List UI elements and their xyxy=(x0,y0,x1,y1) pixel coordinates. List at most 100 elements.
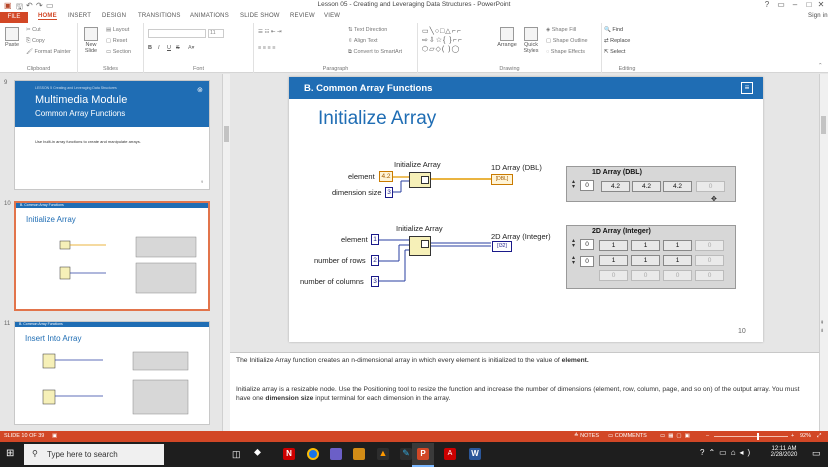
ribbon-display-icon[interactable]: ▭ xyxy=(774,0,788,9)
tab-design[interactable]: DESIGN xyxy=(102,13,126,19)
underline-button[interactable]: U xyxy=(167,45,171,51)
reset-button[interactable]: ▢ Reset xyxy=(106,38,127,44)
slide-thumbnail-9[interactable]: LESSON 5 Creating and Leveraging Data St… xyxy=(14,80,210,190)
array-cell[interactable]: 0 xyxy=(631,270,660,281)
slide-scrollbar[interactable]: ⇞ ⇟ xyxy=(819,74,828,431)
slide-thumbnail-10[interactable]: B. Common Array Functions Initialize Arr… xyxy=(14,201,210,311)
shape-fill-button[interactable]: ◈ Shape Fill xyxy=(546,27,576,33)
font-size-input[interactable]: 11 xyxy=(208,29,224,38)
section-button[interactable]: ▭ Section xyxy=(106,49,131,55)
font-name-input[interactable] xyxy=(148,29,206,38)
find-button[interactable]: 🔍 Find xyxy=(604,27,623,33)
bullets-icon[interactable]: ☰ ☷ ⇤ ⇥ xyxy=(258,29,282,35)
vlc-icon[interactable]: ▲ xyxy=(377,448,389,460)
netflix-icon[interactable]: N xyxy=(283,448,295,460)
close-button[interactable]: ✕ xyxy=(814,0,828,9)
array-cell[interactable]: 0 xyxy=(663,270,692,281)
collapse-ribbon-icon[interactable]: ⌃ xyxy=(818,63,823,69)
array-cell[interactable]: 0 xyxy=(695,255,724,266)
quick-styles-button[interactable]: Quick Styles xyxy=(520,27,542,54)
d2-row-index[interactable]: 0 xyxy=(580,239,594,250)
zoom-slider[interactable] xyxy=(714,436,788,437)
array-cell[interactable]: 4.2 xyxy=(663,181,692,192)
system-tray-icons[interactable]: ?⌃▭⌂◂) xyxy=(700,448,754,457)
minimize-button[interactable]: – xyxy=(788,0,802,9)
array-cell[interactable]: 0 xyxy=(696,181,725,192)
tab-view[interactable]: VIEW xyxy=(324,13,340,19)
array-cell[interactable]: 1 xyxy=(663,240,692,251)
bold-button[interactable]: B xyxy=(148,45,152,51)
chrome-icon[interactable] xyxy=(307,448,319,460)
array-cell[interactable]: 0 xyxy=(695,270,724,281)
shape-outline-button[interactable]: ▢ Shape Outline xyxy=(546,38,588,44)
tab-file[interactable]: FILE xyxy=(0,12,28,23)
thumbnail-scrollbar[interactable] xyxy=(222,74,230,431)
clock[interactable]: 12:11 AM 2/28/2020 xyxy=(764,446,804,458)
acrobat-icon[interactable]: A xyxy=(444,448,456,460)
zoom-in-button[interactable]: + xyxy=(791,433,794,439)
array-cell[interactable]: 1 xyxy=(663,255,692,266)
array-cell[interactable]: 1 xyxy=(631,240,660,251)
tab-animations[interactable]: ANIMATIONS xyxy=(190,13,229,19)
select-button[interactable]: ⇱ Select xyxy=(604,49,625,55)
app-icon[interactable] xyxy=(330,448,342,460)
align-icon[interactable]: ≡ ≡ ≡ ≡ xyxy=(258,45,275,51)
word-icon[interactable]: W xyxy=(469,448,481,460)
fit-slide-icon[interactable]: ⤢ xyxy=(817,433,821,440)
shapes-gallery[interactable]: ▭╲○□△⌐⌐ ⇨⇩☆{ }⌐⌐ ⬡▱◇( )◯ xyxy=(422,27,492,55)
sign-in-link[interactable]: Sign in xyxy=(808,13,828,19)
array-cell[interactable]: 4.2 xyxy=(632,181,661,192)
replace-button[interactable]: ⇄ Replace xyxy=(604,38,630,44)
d1-index-display[interactable]: 0 xyxy=(580,180,594,191)
scrollbar-thumb[interactable] xyxy=(821,116,826,134)
format-painter-button[interactable]: 🖌 Format Painter xyxy=(26,49,71,55)
prev-slide-icon[interactable]: ⇞ xyxy=(820,320,824,326)
font-color-icon[interactable]: A▾ xyxy=(188,45,194,51)
scrollbar-thumb[interactable] xyxy=(224,126,229,142)
windows-start-icon[interactable]: ⊞ xyxy=(6,448,14,459)
file-explorer-icon[interactable] xyxy=(353,448,365,460)
array-cell[interactable]: 4.2 xyxy=(601,181,630,192)
spellcheck-icon[interactable]: ▣ xyxy=(52,433,57,439)
tab-transitions[interactable]: TRANSITIONS xyxy=(138,13,181,19)
col-index-spinner-icon[interactable]: ▴ ▾ xyxy=(572,255,575,266)
array-cell[interactable]: 1 xyxy=(599,255,628,266)
notifications-icon[interactable]: ▭ xyxy=(812,448,821,459)
zoom-out-button[interactable]: – xyxy=(706,433,709,439)
notes-button[interactable]: ≙ NOTES xyxy=(574,433,599,439)
text-direction-button[interactable]: ⇅ Text Direction xyxy=(348,27,387,33)
zoom-level[interactable]: 92% xyxy=(800,433,811,439)
next-slide-icon[interactable]: ⇟ xyxy=(820,328,824,334)
italic-button[interactable]: I xyxy=(158,45,160,51)
array-cell[interactable]: 0 xyxy=(695,240,724,251)
arrange-button[interactable]: Arrange xyxy=(496,27,518,48)
array-cell[interactable]: 0 xyxy=(599,270,628,281)
slide-thumbnail-11[interactable]: B. Common Array Functions Insert Into Ar… xyxy=(14,321,210,425)
tab-home[interactable]: HOME xyxy=(38,13,57,20)
powerpoint-icon[interactable]: P xyxy=(417,448,429,460)
cut-button[interactable]: ✂ Cut xyxy=(26,27,41,33)
array-cell[interactable]: 1 xyxy=(631,255,660,266)
comments-button[interactable]: ▭ COMMENTS xyxy=(608,433,647,439)
index-spinner-icon[interactable]: ▴ ▾ xyxy=(572,179,575,190)
row-index-spinner-icon[interactable]: ▴ ▾ xyxy=(572,238,575,249)
zoom-slider-thumb[interactable] xyxy=(757,433,759,440)
app-icon[interactable]: ✎ xyxy=(400,448,412,460)
array-cell[interactable]: 1 xyxy=(599,240,628,251)
align-text-button[interactable]: ⇳ Align Text xyxy=(348,38,378,44)
tab-review[interactable]: REVIEW xyxy=(290,13,315,19)
copy-button[interactable]: ⎘ Copy xyxy=(26,38,45,45)
tab-insert[interactable]: INSERT xyxy=(68,13,91,19)
strikethrough-button[interactable]: S xyxy=(176,45,180,51)
shape-effects-button[interactable]: ◌ Shape Effects xyxy=(546,49,585,55)
task-view-icon[interactable]: ◫ xyxy=(232,449,241,460)
tab-slide-show[interactable]: SLIDE SHOW xyxy=(240,13,280,19)
view-buttons[interactable]: ▭▦▢▣ xyxy=(660,433,693,439)
new-slide-button[interactable]: New Slide xyxy=(82,27,100,54)
help-button[interactable]: ? xyxy=(760,0,774,9)
dropbox-icon[interactable]: ⬥ xyxy=(254,447,261,458)
paste-button[interactable]: Paste xyxy=(4,27,20,48)
layout-button[interactable]: ▤ Layout xyxy=(106,27,129,33)
d2-col-index[interactable]: 0 xyxy=(580,256,594,267)
convert-smartart-button[interactable]: ⧉ Convert to SmartArt xyxy=(348,49,402,56)
